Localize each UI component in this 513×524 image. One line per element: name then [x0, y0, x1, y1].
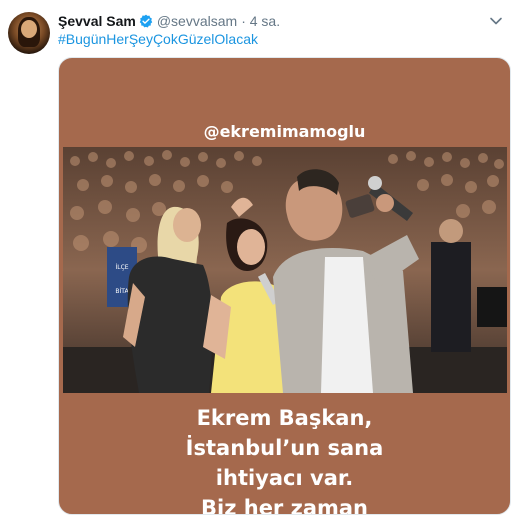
chevron-down-icon[interactable]	[489, 14, 503, 28]
caption-line-3: ihtiyacı var.	[215, 466, 354, 490]
sign-text-2: BİTA	[115, 288, 129, 295]
story-photo: İLÇE BİTA	[63, 147, 507, 393]
caption-line-4: Biz her zaman	[201, 496, 368, 515]
tweet[interactable]: Şevval Sam @sevvalsam · 4 sa. #BugünHerŞ…	[0, 0, 513, 524]
story-caption: Ekrem Başkan, İstanbul’un sana ihtiyacı …	[59, 403, 510, 515]
story-mention: @ekremimamoglu	[203, 122, 366, 141]
sign-text-1: İLÇE	[115, 264, 128, 271]
caption-line-1: Ekrem Başkan,	[196, 406, 373, 430]
caption-line-2: İstanbul’un sana	[185, 436, 384, 460]
author-name[interactable]: Şevval Sam	[58, 13, 136, 29]
author-handle[interactable]: @sevvalsam	[157, 13, 237, 29]
avatar[interactable]	[8, 12, 50, 54]
verified-badge-icon	[139, 14, 153, 28]
hashtag-link[interactable]: #BugünHerŞeyÇokGüzelOlacak	[58, 31, 258, 47]
tweet-timestamp[interactable]: · 4 sa.	[241, 13, 280, 29]
tweet-media[interactable]: @ekremimamoglu İLÇE BİTA Ekrem Başkan, İ…	[58, 57, 511, 515]
tweet-header: Şevval Sam @sevvalsam · 4 sa.	[58, 11, 280, 31]
